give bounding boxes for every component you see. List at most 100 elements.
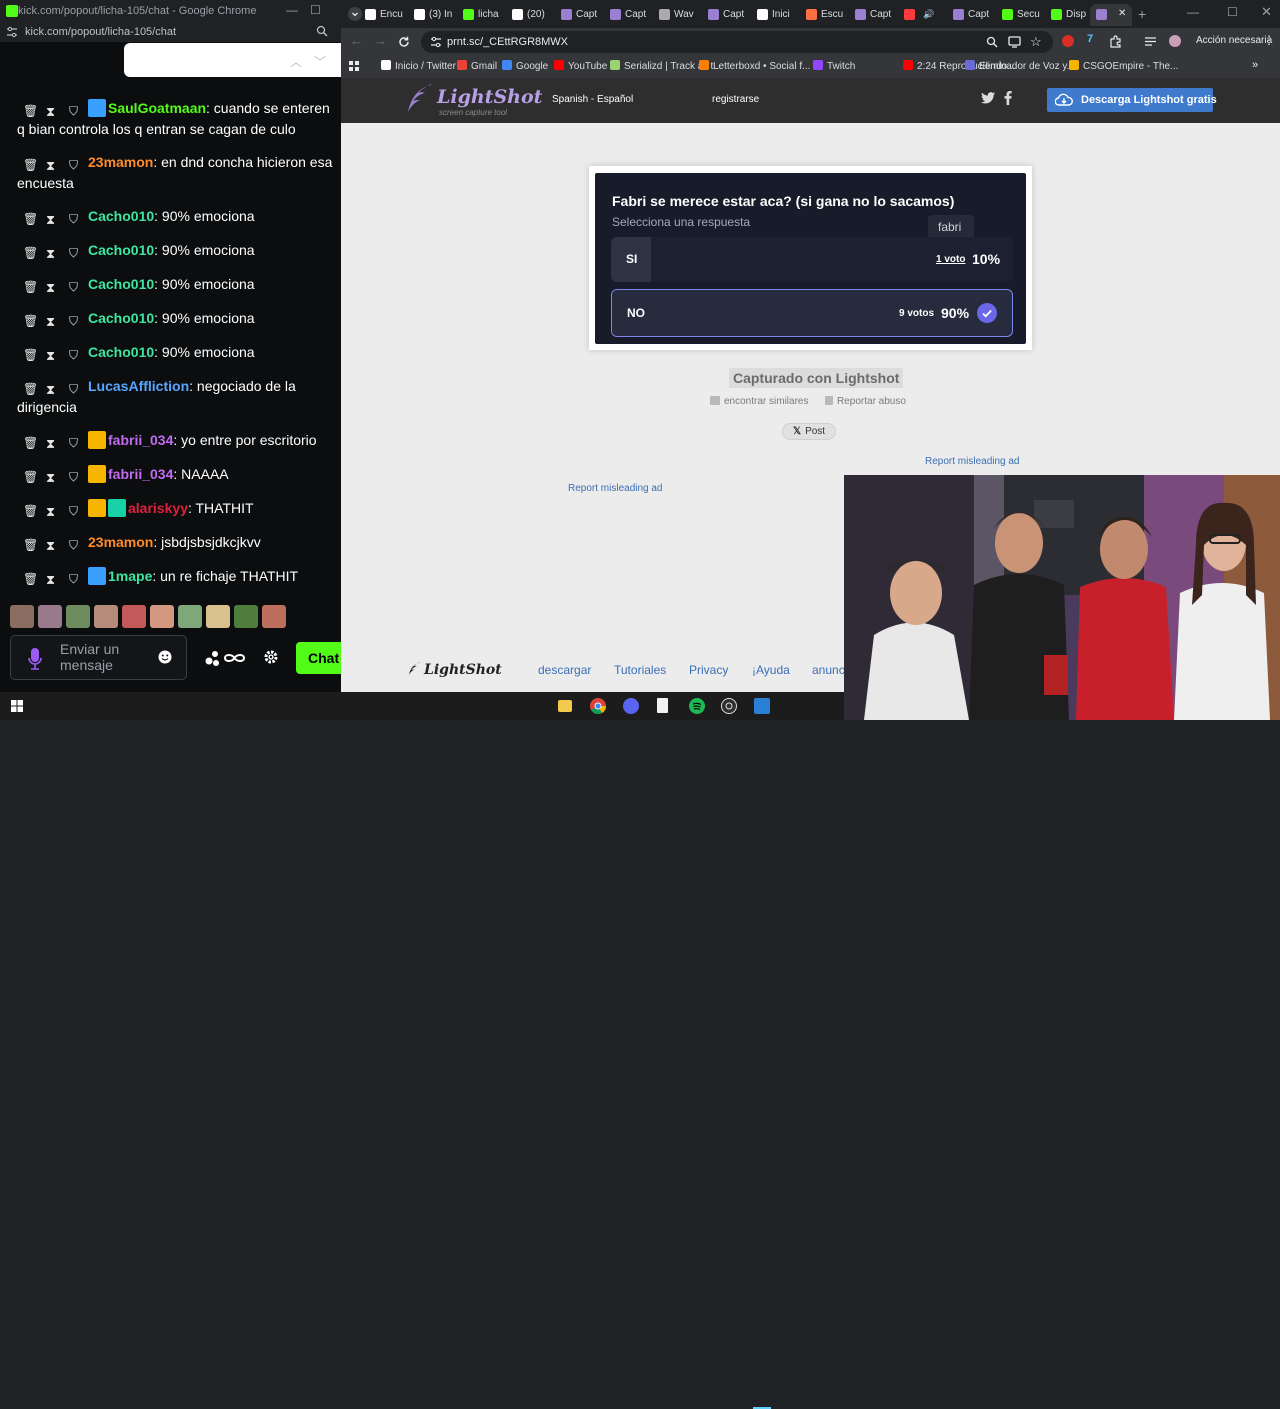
language-selector[interactable]: Spanish - Español xyxy=(552,94,633,105)
ban-shield-icon[interactable]: ⛉ xyxy=(69,311,78,332)
file-explorer-icon[interactable] xyxy=(558,700,572,712)
emote[interactable] xyxy=(66,605,90,628)
chat-username[interactable]: Cacho010 xyxy=(88,276,154,292)
chat-username[interactable]: fabrii_034 xyxy=(108,466,173,482)
footer-link-privacy[interactable]: Privacy xyxy=(689,663,728,677)
ban-shield-icon[interactable]: ⛉ xyxy=(69,155,78,176)
obs-icon[interactable] xyxy=(721,698,737,714)
lightshot-taskbar-icon[interactable] xyxy=(754,698,770,714)
browser-tab[interactable]: Capt xyxy=(708,4,754,26)
x-post-button[interactable]: 𝕏 Post xyxy=(782,423,836,440)
chat-username[interactable]: 1mape xyxy=(108,568,152,584)
maximize-icon[interactable]: ☐ xyxy=(1227,5,1238,19)
emote[interactable] xyxy=(38,605,62,628)
screenshot-image[interactable]: Fabri se merece estar aca? (si gana no l… xyxy=(589,166,1032,350)
emote[interactable] xyxy=(94,605,118,628)
footer-link-help[interactable]: ¡Ayuda xyxy=(752,663,790,677)
address-bar[interactable]: prnt.sc/_CEttRGR8MWX ☆ xyxy=(421,31,1053,53)
browser-tab[interactable]: (3) In xyxy=(414,4,460,26)
bookmark-item[interactable]: CSGOEmpire - The... xyxy=(1069,60,1178,72)
emote[interactable] xyxy=(10,605,34,628)
settings-gear-icon[interactable] xyxy=(264,650,278,664)
timeout-hourglass-icon[interactable]: ⧗ xyxy=(46,155,55,176)
report-misleading-ad-link[interactable]: Report misleading ad xyxy=(925,456,1020,467)
chat-username[interactable]: Cacho010 xyxy=(88,208,154,224)
microphone-icon[interactable] xyxy=(28,648,42,670)
ban-shield-icon[interactable]: ⛉ xyxy=(69,345,78,366)
chat-username[interactable]: Cacho010 xyxy=(88,242,154,258)
ban-shield-icon[interactable]: ⛉ xyxy=(69,277,78,298)
timeout-hourglass-icon[interactable]: ⧗ xyxy=(46,243,55,264)
find-prev-icon[interactable]: ︿ xyxy=(290,53,302,70)
browser-tab[interactable]: Capt xyxy=(855,4,901,26)
timeout-hourglass-icon[interactable]: ⧗ xyxy=(46,467,55,488)
discord-icon[interactable] xyxy=(623,698,639,714)
timeout-hourglass-icon[interactable]: ⧗ xyxy=(46,277,55,298)
emote[interactable] xyxy=(206,605,230,628)
find-in-page-bar[interactable]: ︿ ﹀ xyxy=(124,43,341,77)
trash-icon[interactable]: 🗑 xyxy=(23,155,38,176)
chrome-icon[interactable] xyxy=(590,698,606,714)
chat-username[interactable]: LucasAffliction xyxy=(88,378,189,394)
browser-tab[interactable]: Capt xyxy=(561,4,607,26)
twitter-icon[interactable] xyxy=(981,92,995,104)
facebook-icon[interactable] xyxy=(1004,91,1012,105)
report-abuse-link[interactable]: Reportar abuso xyxy=(825,396,906,407)
trash-icon[interactable]: 🗑 xyxy=(23,209,38,230)
trash-icon[interactable]: 🗑 xyxy=(23,243,38,264)
trash-icon[interactable]: 🗑 xyxy=(23,101,38,122)
browser-tab[interactable]: Capt xyxy=(953,4,999,26)
ban-shield-icon[interactable]: ⛉ xyxy=(69,501,78,522)
chat-username[interactable]: SaulGoatmaan xyxy=(108,100,206,116)
browser-tab[interactable]: licha xyxy=(463,4,509,26)
trash-icon[interactable]: 🗑 xyxy=(23,277,38,298)
menu-kebab-icon[interactable]: ⋮ xyxy=(1263,33,1275,47)
spotify-icon[interactable] xyxy=(689,698,705,714)
timeout-hourglass-icon[interactable]: ⧗ xyxy=(46,345,55,366)
bookmark-item[interactable]: Twitch xyxy=(813,60,855,72)
chat-username[interactable]: Cacho010 xyxy=(88,344,154,360)
timeout-hourglass-icon[interactable]: ⧗ xyxy=(46,501,55,522)
ban-shield-icon[interactable]: ⛉ xyxy=(69,535,78,556)
chat-username[interactable]: fabrii_034 xyxy=(108,432,173,448)
zoom-icon[interactable] xyxy=(316,25,328,37)
browser-tab[interactable]: Escu xyxy=(806,4,852,26)
ban-shield-icon[interactable]: ⛉ xyxy=(69,243,78,264)
reading-list-icon[interactable] xyxy=(1144,36,1157,47)
footer-link-tutorials[interactable]: Tutoriales xyxy=(614,663,666,677)
timeout-hourglass-icon[interactable]: ⧗ xyxy=(46,433,55,454)
trash-icon[interactable]: 🗑 xyxy=(23,535,38,556)
browser-tab[interactable]: Secu xyxy=(1002,4,1048,26)
address-url[interactable]: prnt.sc/_CEttRGR8MWX xyxy=(447,36,568,48)
bookmark-item[interactable]: Inicio / Twitter xyxy=(381,60,456,72)
emote[interactable] xyxy=(150,605,174,628)
new-tab-icon[interactable]: + xyxy=(1138,6,1146,22)
timeout-hourglass-icon[interactable]: ⧗ xyxy=(46,379,55,400)
close-window-icon[interactable]: ✕ xyxy=(1261,4,1272,20)
find-next-icon[interactable]: ﹀ xyxy=(314,53,326,70)
chat-username[interactable]: 23mamon xyxy=(88,534,153,550)
register-link[interactable]: registrarse xyxy=(712,94,759,105)
chat-username[interactable]: 23mamon xyxy=(88,154,153,170)
profile-status-label[interactable]: Acción necesaria xyxy=(1196,35,1272,46)
ban-shield-icon[interactable]: ⛉ xyxy=(69,379,78,400)
poll-option-no[interactable]: NO 9 votos 90% xyxy=(611,289,1013,337)
maximize-icon[interactable]: ☐ xyxy=(310,3,321,17)
footer-logo[interactable]: LightShot xyxy=(424,662,502,678)
minimize-icon[interactable]: — xyxy=(286,3,298,17)
bookmark-star-icon[interactable]: ☆ xyxy=(1030,34,1042,50)
site-settings-icon[interactable] xyxy=(6,26,18,38)
chat-username[interactable]: alariskyy xyxy=(128,500,188,516)
back-icon[interactable]: ← xyxy=(350,33,363,48)
bookmark-item[interactable]: Eliminador de Voz y... xyxy=(965,60,1075,72)
trash-icon[interactable]: 🗑 xyxy=(23,467,38,488)
emoji-icon[interactable] xyxy=(158,650,172,664)
chat-send-button[interactable]: Chat xyxy=(296,642,341,674)
timeout-hourglass-icon[interactable]: ⧗ xyxy=(46,101,55,122)
popup-url[interactable]: kick.com/popout/licha-105/chat xyxy=(25,26,176,38)
chat-message-input[interactable]: Enviar un mensaje xyxy=(10,635,187,680)
emote[interactable] xyxy=(262,605,286,628)
trash-icon[interactable]: 🗑 xyxy=(23,311,38,332)
browser-tab[interactable]: (20) xyxy=(512,4,558,26)
windows-start-icon[interactable] xyxy=(11,700,23,712)
